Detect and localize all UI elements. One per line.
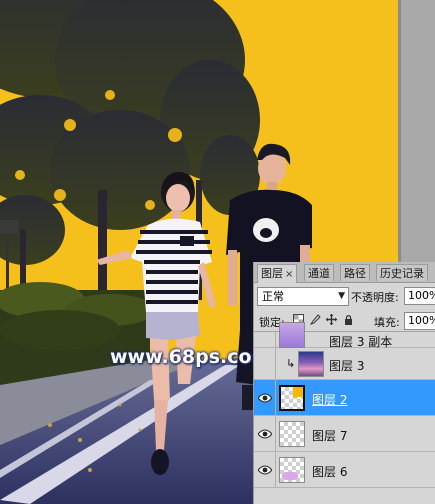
clip-arrow-icon: ↳ — [286, 357, 296, 370]
tab-channels-label: 通道 — [308, 267, 330, 280]
layer-thumbnail — [279, 322, 305, 348]
layer-name[interactable]: 图层 3 — [329, 357, 364, 374]
workspace-edge — [398, 0, 401, 262]
tab-paths-label: 路径 — [344, 267, 366, 280]
tab-channels[interactable]: 通道 — [304, 264, 334, 281]
fill-label: 填充: — [374, 316, 400, 329]
blend-mode-value: 正常 — [262, 290, 284, 303]
layer-row-7[interactable]: 图层 7 — [254, 416, 435, 452]
blend-mode-select[interactable]: 正常 ▼ — [257, 287, 349, 306]
eye-icon — [258, 429, 272, 439]
layer-thumbnail — [279, 457, 305, 483]
opacity-label: 不透明度: — [351, 291, 399, 304]
layer-name[interactable]: 图层 7 — [312, 427, 347, 444]
panel-tab-bar: 图层 × 通道 路径 历史记录 — [254, 262, 435, 283]
layer-thumbnail — [279, 421, 305, 447]
lock-pixels-icon[interactable] — [309, 314, 321, 326]
layer-row-2[interactable]: 图层 2 — [254, 380, 435, 416]
watermark-text: www.68ps.com — [110, 346, 272, 368]
layer-thumbnail — [279, 385, 305, 411]
opacity-input[interactable]: 100% — [404, 287, 435, 305]
eye-icon — [258, 465, 272, 475]
visibility-toggle[interactable] — [254, 332, 276, 347]
visibility-toggle[interactable] — [254, 380, 276, 415]
layer-name[interactable]: 图层 6 — [312, 463, 347, 480]
layer-row-3-copy[interactable]: ↳ 图层 3 副本 — [254, 322, 435, 349]
fill-input[interactable]: 100% — [404, 312, 435, 330]
tab-layers-label: 图层 — [261, 267, 283, 280]
tab-history-label: 历史记录 — [380, 267, 424, 280]
visibility-toggle[interactable] — [254, 452, 276, 487]
lock-all-icon[interactable] — [342, 314, 354, 326]
tab-paths[interactable]: 路径 — [340, 264, 370, 281]
eye-icon — [258, 393, 272, 403]
workspace-background — [398, 0, 435, 262]
chevron-down-icon: ▼ — [338, 291, 345, 301]
layers-panel: 图层× 通道 路径 历史记录 正常 ▼ 不透明度: 100% 锁定: — [253, 262, 435, 504]
layer-row-3[interactable]: ↳ 图层 3 — [254, 348, 435, 380]
layer-row-6[interactable]: 图层 6 — [254, 452, 435, 488]
lock-position-icon[interactable] — [325, 314, 337, 326]
visibility-toggle[interactable] — [254, 416, 276, 451]
visibility-toggle[interactable] — [254, 348, 276, 379]
layer-name[interactable]: 图层 2 — [312, 391, 347, 408]
tab-layers[interactable]: 图层 × — [257, 264, 298, 283]
blend-opacity-row: 正常 ▼ 不透明度: 100% — [254, 286, 435, 308]
close-icon[interactable]: × — [285, 269, 293, 280]
layer-thumbnail — [298, 351, 324, 377]
tab-history[interactable]: 历史记录 — [376, 264, 428, 281]
